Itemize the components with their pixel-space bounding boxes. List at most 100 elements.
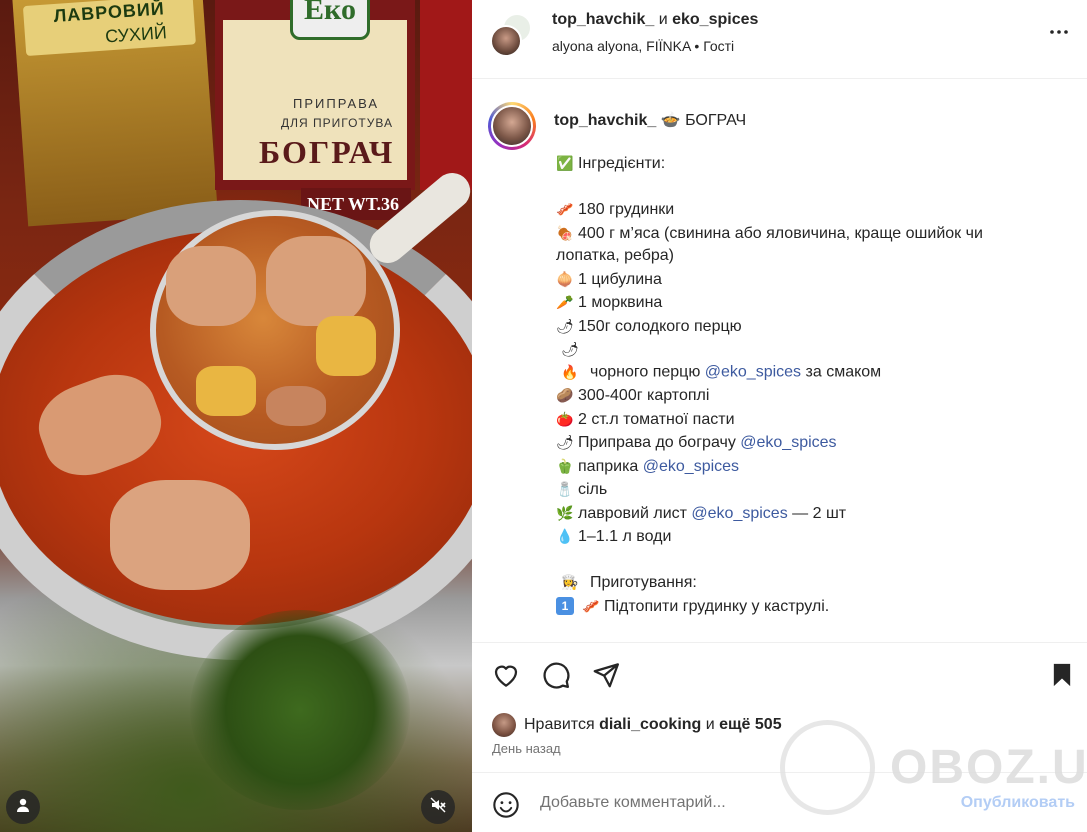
emoji-icon: 👩‍🍳 bbox=[561, 574, 579, 590]
emoji-icon: 🌶 bbox=[556, 434, 574, 450]
caption-section: top_havchik_ 🍲 БОГРАЧ ✅ Інгредієнти: 🥓 180 … bbox=[472, 80, 1087, 641]
caption-line-text: Приправа до бограчу bbox=[578, 434, 741, 451]
likes-summary[interactable]: Нравится diali_cooking и ещё 505 bbox=[492, 713, 782, 737]
emoji-icon: 🌶 bbox=[556, 317, 574, 334]
post-details: top_havchik_ и eko_spices alyona alyona,… bbox=[472, 0, 1087, 832]
comment-input[interactable] bbox=[540, 787, 920, 819]
author-link[interactable]: top_havchik_ bbox=[552, 11, 654, 28]
mention-link[interactable]: @eko_spices bbox=[691, 505, 787, 522]
more-options-button[interactable] bbox=[1047, 22, 1071, 46]
emoji-icon: 🥕 bbox=[556, 294, 574, 310]
author-link[interactable]: eko_spices bbox=[672, 11, 758, 28]
caption-line: 1 🥓 Підтопити грудинку у каструлі. bbox=[556, 595, 1056, 619]
ladle bbox=[150, 210, 400, 450]
like-button[interactable] bbox=[490, 661, 522, 693]
user-icon bbox=[15, 797, 31, 818]
caption-line bbox=[556, 549, 1056, 572]
post-media[interactable]: ЛАВРОВИЙ СУХИЙ ПРИПРАВА ДЛЯ ПРИГОТУВА БО… bbox=[0, 0, 472, 832]
mention-link[interactable]: @eko_spices bbox=[705, 364, 801, 381]
bookmark-icon bbox=[1048, 661, 1076, 694]
comment-icon bbox=[541, 660, 571, 695]
liker-username[interactable]: diali_cooking bbox=[599, 716, 701, 734]
meat-piece bbox=[266, 236, 366, 326]
emoji-icon: 🧅 bbox=[556, 270, 574, 287]
emoji-picker-button[interactable] bbox=[492, 791, 520, 819]
share-button[interactable] bbox=[590, 661, 622, 693]
audio-info[interactable]: alyona alyona, FIÏNKA • Гості bbox=[552, 38, 734, 54]
avatar bbox=[492, 713, 516, 737]
caption-line bbox=[556, 618, 1056, 641]
caption-line-text: — 2 шт bbox=[787, 504, 847, 522]
post-timestamp[interactable]: День назад bbox=[492, 741, 561, 756]
package-text: СУХИЙ bbox=[104, 22, 168, 47]
comment-bar: Опубликовать bbox=[472, 772, 1087, 832]
package-text: ДЛЯ ПРИГОТУВА bbox=[281, 116, 393, 130]
spice-package: ПРИПРАВА ДЛЯ ПРИГОТУВА БОГРАЧ NET WT.36 … bbox=[215, 0, 415, 220]
save-button[interactable] bbox=[1046, 661, 1078, 693]
post-comment-button[interactable]: Опубликовать bbox=[961, 794, 1075, 812]
emoji-icon: 🫑 bbox=[556, 457, 574, 474]
potato-piece bbox=[196, 366, 256, 416]
caption-line: 🌶 150г солодкого перцю bbox=[556, 315, 1056, 339]
caption-line-text: 1–1.1 л води bbox=[578, 528, 672, 545]
caption-line: 🍅 2 ст.л томатної пасти bbox=[556, 408, 1056, 432]
emoji-icon: 💧 bbox=[556, 528, 574, 544]
emoji-icon: 🥔 bbox=[556, 387, 574, 403]
emoji-icon: 🥓 bbox=[556, 201, 574, 217]
emoji-icon: 🌿 bbox=[556, 504, 574, 521]
caption-line-text: сіль bbox=[578, 481, 608, 498]
caption-line-text: 400 г м’яса (свинина або яловичина, кращ… bbox=[578, 224, 983, 242]
caption-username[interactable]: top_havchik_ bbox=[554, 112, 656, 129]
meat-piece bbox=[266, 386, 326, 426]
caption-line-text: паприка bbox=[578, 457, 643, 475]
emoji-icon: ✅ bbox=[556, 155, 574, 171]
post-header: top_havchik_ и eko_spices alyona alyona,… bbox=[472, 0, 1087, 79]
caption-line-text: чорного перцю bbox=[590, 363, 705, 381]
caption-line: 🍖 400 г м’яса (свинина або яловичина, кра… bbox=[556, 222, 1056, 246]
mute-button[interactable] bbox=[421, 790, 455, 824]
post-authors: top_havchik_ и eko_spices bbox=[552, 11, 758, 29]
caption-avatar[interactable] bbox=[488, 102, 536, 150]
parsley bbox=[190, 610, 410, 810]
package-label: ЛАВРОВИЙ СУХИЙ bbox=[22, 0, 196, 57]
caption-line: 🌿 лавровий лист @eko_spices — 2 шт bbox=[556, 502, 1056, 526]
caption-line: 🥔 300-400г картоплі bbox=[556, 384, 1056, 408]
emoji-icon: 🍖 bbox=[556, 224, 574, 241]
mention-link[interactable]: @eko_spices bbox=[740, 434, 836, 451]
emoji-icon: 🧂 bbox=[556, 481, 574, 497]
caption-line-text: Підтопити грудинку у каструлі. bbox=[604, 597, 830, 615]
likes-prefix: Нравится bbox=[524, 716, 595, 733]
tagged-users-button[interactable] bbox=[6, 790, 40, 824]
step-number: 1 bbox=[556, 596, 574, 615]
avatar[interactable] bbox=[490, 25, 522, 57]
caption-line-text: 2 ст.л томатної пасти bbox=[578, 410, 735, 428]
emoji-icon: 🍅 bbox=[556, 410, 574, 427]
brand-logo: Еко bbox=[290, 0, 370, 40]
mention-link[interactable]: @eko_spices bbox=[643, 458, 739, 475]
meat-piece bbox=[166, 246, 256, 326]
caption-text: ✅ Інгредієнти: 🥓 180 грудинки 🍖 400 г м’яса (… bbox=[556, 152, 1056, 641]
collab-avatars[interactable] bbox=[490, 13, 534, 57]
caption-line: лопатка, ребра) bbox=[556, 245, 1056, 268]
caption-line-text: 150г солодкого перцю bbox=[578, 317, 742, 335]
muted-speaker-icon bbox=[430, 797, 446, 818]
spice-package bbox=[420, 0, 472, 190]
caption-line-text: 300-400г картоплі bbox=[578, 387, 710, 404]
potato-piece bbox=[316, 316, 376, 376]
caption-line: ✅ Інгредієнти: bbox=[556, 152, 1056, 176]
comment-button[interactable] bbox=[540, 661, 572, 693]
package-text: БОГРАЧ bbox=[259, 134, 395, 170]
caption-line: 🧅 1 цибулина bbox=[556, 268, 1056, 292]
more-horizontal-icon bbox=[1047, 20, 1071, 49]
caption-line: 👩‍🍳 Приготування: bbox=[556, 571, 1056, 595]
caption-line-text: 180 грудинки bbox=[578, 201, 675, 218]
package-label: ПРИПРАВА ДЛЯ ПРИГОТУВА БОГРАЧ NET WT.36 bbox=[223, 20, 411, 220]
package-text: ПРИПРАВА bbox=[293, 96, 380, 111]
emoji-icon: 🧅 bbox=[582, 641, 598, 642]
likes-conjunction: и bbox=[705, 716, 715, 733]
emoji-icon: 🥓 bbox=[582, 597, 600, 614]
authors-conjunction: и bbox=[658, 11, 668, 28]
caption-line-text: Інгредієнти: bbox=[578, 155, 666, 172]
caption-title: top_havchik_ 🍲 БОГРАЧ bbox=[554, 110, 746, 130]
likes-count[interactable]: ещё 505 bbox=[719, 716, 781, 734]
